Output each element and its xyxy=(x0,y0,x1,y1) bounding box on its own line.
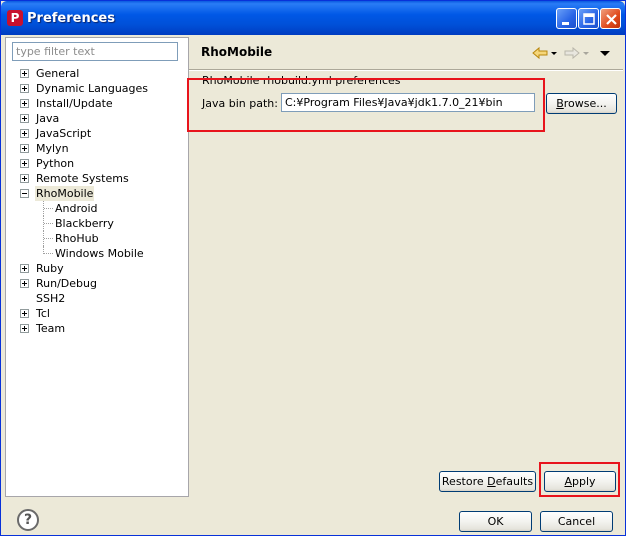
tree-item-label: JavaScript xyxy=(36,127,92,140)
tree-item[interactable]: Windows Mobile xyxy=(6,246,188,261)
tree-item-label: RhoMobile xyxy=(35,186,95,201)
tree-item[interactable]: RhoHub xyxy=(6,231,188,246)
help-icon[interactable]: ? xyxy=(17,509,39,531)
expand-icon[interactable] xyxy=(20,264,29,273)
expand-icon[interactable] xyxy=(20,174,29,183)
expand-icon[interactable] xyxy=(20,324,29,333)
tree-item[interactable]: General xyxy=(6,66,188,81)
tree-item[interactable]: Ruby xyxy=(6,261,188,276)
back-dropdown-icon[interactable] xyxy=(550,45,558,61)
tree-item[interactable]: Python xyxy=(6,156,188,171)
tree-item-label: Remote Systems xyxy=(36,172,129,185)
title-bar[interactable]: P Preferences xyxy=(1,1,625,35)
tree-item-label: SSH2 xyxy=(36,292,66,305)
expand-icon[interactable] xyxy=(20,99,29,108)
expand-icon[interactable] xyxy=(20,159,29,168)
expand-icon[interactable] xyxy=(20,144,29,153)
tree-connector xyxy=(44,238,53,239)
tree-item[interactable]: SSH2 xyxy=(6,291,188,306)
tree-connector xyxy=(44,208,53,209)
tree-connector xyxy=(44,253,53,254)
filter-input[interactable] xyxy=(12,42,178,61)
forward-dropdown-icon xyxy=(583,52,589,55)
expand-icon[interactable] xyxy=(20,84,29,93)
close-button[interactable] xyxy=(600,8,621,29)
tree-item[interactable]: RhoMobile xyxy=(6,186,188,201)
title-divider xyxy=(189,69,623,71)
apply-highlight xyxy=(539,462,620,497)
tree-item-label: Install/Update xyxy=(36,97,113,110)
expand-icon[interactable] xyxy=(20,114,29,123)
tree-item-label: Ruby xyxy=(36,262,64,275)
restore-defaults-button[interactable]: Restore Defaults xyxy=(439,471,536,492)
tree-item[interactable]: Java xyxy=(6,111,188,126)
expand-icon[interactable] xyxy=(20,129,29,138)
tree-item-label: Tcl xyxy=(36,307,50,320)
expand-icon[interactable] xyxy=(20,69,29,78)
view-menu-icon[interactable] xyxy=(599,45,611,61)
preference-page: RhoMobile RhoMobile rhobuild.yml prefere… xyxy=(187,37,623,497)
expand-icon[interactable] xyxy=(20,309,29,318)
preference-tree-pane: General Dynamic Languages Install/Update Ja… xyxy=(5,37,189,497)
minimize-icon xyxy=(562,22,569,25)
tree-item-label: Java xyxy=(36,112,60,125)
tree-item[interactable]: Mylyn xyxy=(6,141,188,156)
tree-item[interactable]: Install/Update xyxy=(6,96,188,111)
expand-icon[interactable] xyxy=(20,279,29,288)
page-title: RhoMobile xyxy=(201,45,273,59)
tree-item-label: General xyxy=(36,67,80,80)
tree-item[interactable]: Android xyxy=(6,201,188,216)
minimize-button[interactable] xyxy=(556,8,577,29)
tree-item-label: Dynamic Languages xyxy=(36,82,149,95)
java-path-highlight xyxy=(187,78,545,132)
tree-item[interactable]: Run/Debug xyxy=(6,276,188,291)
tree-item-label: Python xyxy=(36,157,75,170)
browse-button[interactable]: Browse... xyxy=(546,93,617,114)
back-arrow-icon[interactable] xyxy=(531,45,549,61)
page-navigation xyxy=(531,45,619,61)
tree-item[interactable]: Blackberry xyxy=(6,216,188,231)
tree-item[interactable]: JavaScript xyxy=(6,126,188,141)
tree-connector xyxy=(44,223,53,224)
tree-item[interactable]: Team xyxy=(6,321,188,336)
tree-item[interactable]: Tcl xyxy=(6,306,188,321)
maximize-icon xyxy=(583,13,595,25)
tree-item-label: Team xyxy=(36,322,66,335)
tree-item-label: Mylyn xyxy=(36,142,69,155)
collapse-icon[interactable] xyxy=(20,189,29,198)
tree-item-label: Android xyxy=(55,202,98,215)
tree-item[interactable]: Remote Systems xyxy=(6,171,188,186)
ok-button[interactable]: OK xyxy=(459,511,532,532)
preferences-window: P Preferences General Dynamic Languages In… xyxy=(0,0,626,536)
maximize-button[interactable] xyxy=(578,8,599,29)
tree-item-label: Blackberry xyxy=(55,217,114,230)
close-icon xyxy=(606,14,617,25)
tree-item-label: Run/Debug xyxy=(36,277,97,290)
window-title: Preferences xyxy=(27,11,115,26)
forward-arrow-icon[interactable] xyxy=(563,45,581,61)
tree-item-label: RhoHub xyxy=(55,232,99,245)
tree-item-label: Windows Mobile xyxy=(55,247,144,260)
cancel-button[interactable]: Cancel xyxy=(540,511,613,532)
app-icon: P xyxy=(7,10,23,26)
tree-item[interactable]: Dynamic Languages xyxy=(6,81,188,96)
